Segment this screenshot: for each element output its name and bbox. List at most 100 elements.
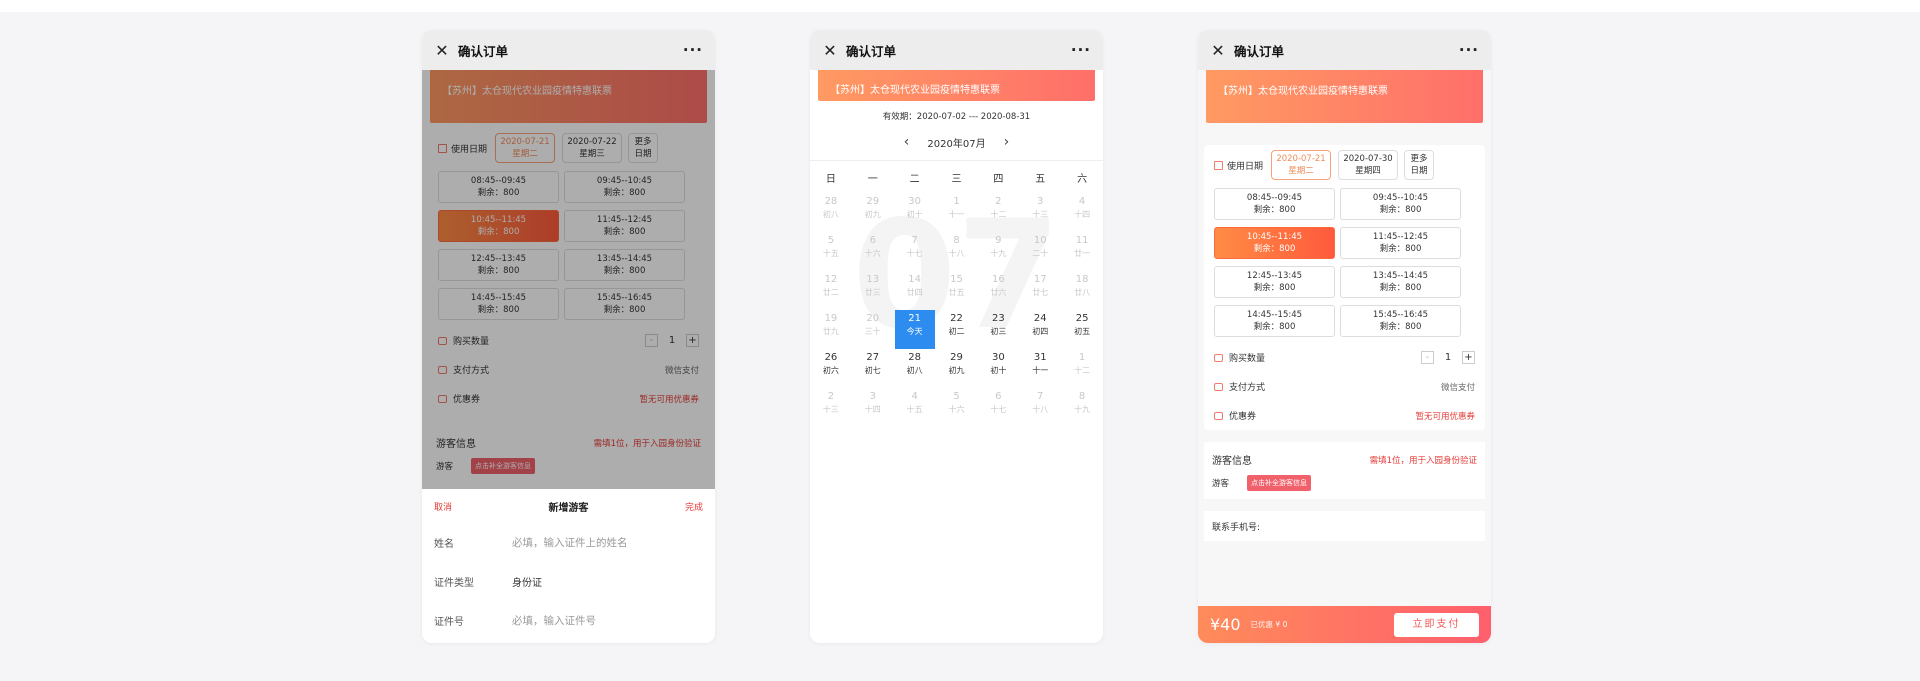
time-slot[interactable]: 12:45--13:45 剩余：800 <box>1214 266 1335 298</box>
day-number: 22 <box>950 313 963 324</box>
time-slot[interactable]: 13:45--14:45 剩余：800 <box>1340 266 1461 298</box>
payment-method-row[interactable]: 支付方式 微信支付 <box>1204 372 1485 401</box>
calendar-day: 10 二十 <box>1019 232 1061 271</box>
visitor-hint: 需填1位，用于入园身份验证 <box>1369 455 1477 466</box>
calendar-day-today[interactable]: 21 今天 <box>894 310 935 349</box>
lunar-date: 今天 <box>906 327 923 336</box>
lunar-date: 初八 <box>906 366 923 375</box>
calendar-day: 30 初十 <box>894 193 936 232</box>
calendar-day[interactable]: 25 初五 <box>1061 310 1103 349</box>
coupon-row[interactable]: 优惠券 暂无可用优惠券 <box>1204 401 1485 430</box>
weekday-label: 四 <box>993 173 1004 185</box>
day-number: 25 <box>1075 313 1089 324</box>
time-slot[interactable]: 14:45--15:45 剩余：800 <box>1214 305 1335 337</box>
phone-calendar: ✕ 确认订单 ··· 【苏州】太仓现代农业园疫情特惠联票 有效期：2020-07… <box>810 30 1103 643</box>
date-chip-selected[interactable]: 2020-07-21 星期二 <box>1271 150 1332 180</box>
cart-icon <box>1214 353 1223 362</box>
time-slot[interactable]: 11:45--12:45 剩余：800 <box>1340 227 1461 259</box>
close-icon[interactable]: ✕ <box>822 41 838 60</box>
done-button[interactable]: 完成 <box>685 500 703 513</box>
more-icon[interactable]: ··· <box>1459 41 1479 59</box>
day-number: 27 <box>866 352 880 363</box>
calendar-day[interactable]: 31 十一 <box>1019 349 1061 388</box>
date-chip-week: 星期四 <box>1355 166 1381 176</box>
phone-number-row[interactable]: 联系手机号: <box>1204 511 1485 541</box>
lunar-date: 十一 <box>948 210 965 219</box>
lunar-date: 十一 <box>1032 366 1049 375</box>
day-number: 18 <box>1075 274 1089 285</box>
lunar-date: 十六 <box>948 405 965 414</box>
product-banner: 【苏州】太仓现代农业园疫情特惠联票 <box>818 70 1095 101</box>
calendar-day: 17 廿七 <box>1019 271 1061 310</box>
day-number: 14 <box>908 274 922 285</box>
pay-now-button[interactable]: 立即支付 <box>1394 612 1479 637</box>
day-number: 2 <box>995 196 1002 207</box>
calendar-day: 1 十一 <box>936 193 978 232</box>
calendar-day[interactable]: 24 初四 <box>1019 310 1061 349</box>
date-row: 使用日期 2020-07-21 星期二 2020-07-30 星期四 更多 日期 <box>1204 145 1485 188</box>
day-number: 19 <box>824 313 838 324</box>
close-icon[interactable]: ✕ <box>434 41 450 60</box>
next-month-icon[interactable]: › <box>986 134 1028 150</box>
id-number-input[interactable] <box>512 614 692 627</box>
prev-month-icon[interactable]: ‹ <box>886 134 928 150</box>
time-slot[interactable]: 09:45--10:45 剩余：800 <box>1340 188 1461 220</box>
close-icon[interactable]: ✕ <box>1210 41 1226 60</box>
more-dates-button[interactable]: 更多 日期 <box>1404 150 1435 180</box>
calendar-day[interactable]: 26 初六 <box>810 349 852 388</box>
calendar-day[interactable]: 29 初九 <box>936 349 978 388</box>
lunar-date: 廿一 <box>1074 249 1091 258</box>
calendar-day[interactable]: 28 初八 <box>894 349 936 388</box>
time-slot[interactable]: 08:45--09:45 剩余：800 <box>1214 188 1335 220</box>
product-title: 【苏州】太仓现代农业园疫情特惠联票 <box>1218 86 1388 97</box>
calendar-day[interactable]: 27 初七 <box>852 349 894 388</box>
nav-bar: ✕ 确认订单 ··· <box>422 30 715 70</box>
month-nav: ‹ 2020年07月 › <box>810 132 1103 152</box>
date-chip-date: 2020-07-21 <box>1276 154 1326 164</box>
day-number: 16 <box>992 274 1005 285</box>
lunar-date: 初十 <box>906 210 923 219</box>
day-number: 28 <box>824 196 838 207</box>
calendar-day: 19 廿九 <box>810 310 852 349</box>
sheet-header: 取消 新增游客 完成 <box>422 489 715 523</box>
day-number: 2 <box>827 391 835 402</box>
lunar-date: 初七 <box>864 366 881 375</box>
top-strip <box>0 0 1920 12</box>
calendar-day: 5 十五 <box>810 232 852 271</box>
decrement-button[interactable]: - <box>1421 351 1434 364</box>
day-number: 13 <box>866 274 880 285</box>
day-number: 1 <box>953 196 960 207</box>
day-number: 24 <box>1033 313 1047 324</box>
date-chip-week: 星期二 <box>1288 166 1314 176</box>
visitor-title: 游客信息 <box>1212 456 1252 467</box>
day-number: 17 <box>1033 274 1047 285</box>
day-number: 9 <box>995 235 1002 246</box>
day-number: 3 <box>869 391 876 402</box>
day-number: 4 <box>911 391 918 402</box>
calendar-day[interactable]: 30 初十 <box>977 349 1019 388</box>
calendar-day: 2 十二 <box>977 193 1019 232</box>
lunar-date: 十九 <box>1074 405 1091 414</box>
more-icon[interactable]: ··· <box>683 41 703 59</box>
more-icon[interactable]: ··· <box>1071 41 1091 59</box>
discount-text: 已优惠 ¥ 0 <box>1250 620 1288 629</box>
lunar-date: 初八 <box>822 210 839 219</box>
weekday-label: 日 <box>825 173 836 185</box>
month-label: 2020年07月 <box>927 138 986 150</box>
complete-visitor-button[interactable]: 点击补全游客信息 <box>1247 475 1312 491</box>
phone-order-summary: ✕ 确认订单 ··· 【苏州】太仓现代农业园疫情特惠联票 使用日期 2020-0… <box>1198 30 1491 643</box>
cancel-button[interactable]: 取消 <box>434 500 452 513</box>
time-slot-selected[interactable]: 10:45--11:45 剩余：800 <box>1214 227 1335 259</box>
id-type-row[interactable]: 证件类型 身份证 <box>422 562 715 601</box>
calendar-day[interactable]: 22 初二 <box>936 310 978 349</box>
increment-button[interactable]: + <box>1462 351 1475 364</box>
calendar-day: 8 十八 <box>936 232 978 271</box>
calendar-day[interactable]: 23 初三 <box>977 310 1019 349</box>
date-chip[interactable]: 2020-07-30 星期四 <box>1338 150 1399 180</box>
time-slot[interactable]: 15:45--16:45 剩余：800 <box>1340 305 1461 337</box>
name-input[interactable] <box>512 536 692 549</box>
lunar-date: 廿八 <box>1074 288 1091 297</box>
quantity-row: 购买数量 - 1 + <box>1204 343 1485 372</box>
modal-overlay[interactable] <box>422 70 715 489</box>
time-slot-grid: 08:45--09:45 剩余：800 09:45--10:45 剩余：800 10… <box>1204 188 1485 343</box>
